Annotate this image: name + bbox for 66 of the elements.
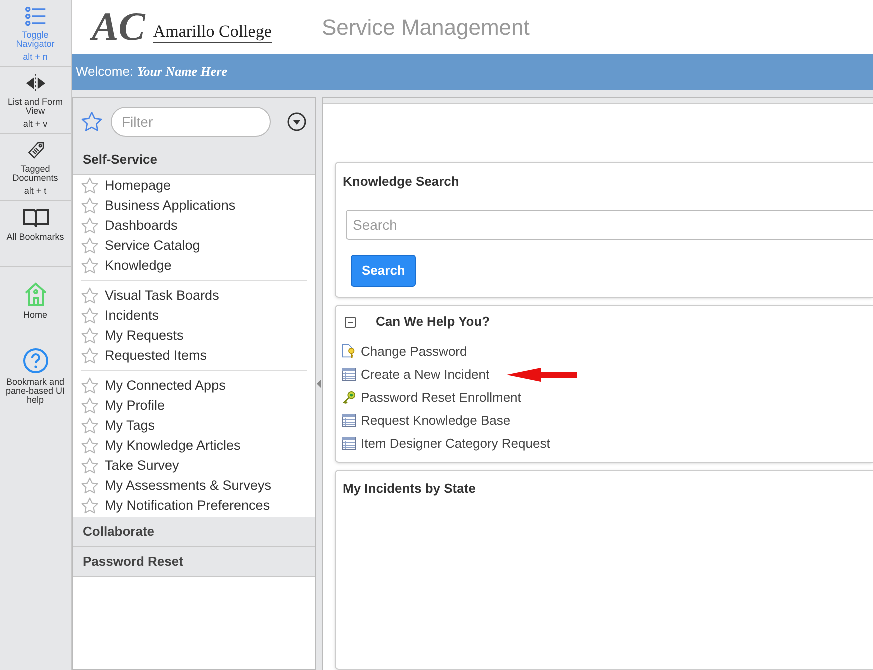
nav-link[interactable]: My Tags [105,416,156,436]
star-icon[interactable] [81,307,99,325]
app-title: Service Management [322,14,530,42]
star-icon[interactable] [81,437,99,455]
rail-button[interactable]: Home [0,275,71,342]
star-icon[interactable] [81,377,99,395]
card-title: Can We Help You? [376,313,490,332]
nav-link[interactable]: My Connected Apps [105,376,226,396]
nav-link[interactable]: Business Applications [105,196,236,216]
table-icon [342,368,356,381]
collapse-icon[interactable] [345,316,356,328]
nav-link[interactable]: Service Catalog [105,236,200,256]
logo-mark: AC [92,5,147,49]
list-icon [22,6,48,27]
table-icon [342,414,356,427]
rail-button[interactable]: List and Form View alt + v [0,67,71,134]
star-icon[interactable] [81,347,99,365]
nav-link[interactable]: Requested Items [105,346,208,366]
home-icon [22,281,48,307]
favorites-star-icon[interactable] [81,110,103,132]
star-icon[interactable] [81,497,99,515]
nav-link[interactable]: My Requests [105,326,184,346]
search-field[interactable]: Search [346,210,873,240]
rail-button[interactable]: Tagged Documents alt + t [0,134,71,201]
help-link[interactable]: Request Knowledge Base [361,410,511,430]
nav-link[interactable]: My Knowledge Articles [105,436,241,456]
star-icon[interactable] [81,217,99,235]
star-icon[interactable] [81,397,99,415]
help-icon [22,348,48,374]
rail-button[interactable]: All Bookmarks [0,201,71,267]
star-icon[interactable] [81,417,99,435]
star-icon[interactable] [81,477,99,495]
key-icon [342,390,356,406]
star-icon[interactable] [81,327,99,345]
nav-link[interactable]: Homepage [105,176,172,196]
nav-link[interactable]: My Notification Preferences [105,496,270,516]
filter-field[interactable]: Filter [111,106,271,136]
nav-link[interactable]: Dashboards [105,216,178,236]
card-title: My Incidents by State [343,480,477,498]
logo-name: Amarillo College [153,22,272,43]
nav-link[interactable]: My Assessments & Surveys [105,476,272,496]
star-icon[interactable] [81,257,99,275]
nav-link[interactable]: Take Survey [105,456,180,476]
nav-link[interactable]: Incidents [105,306,160,326]
star-icon[interactable] [81,287,99,305]
section-header[interactable]: Self-Service [73,145,315,175]
welcome-text: Welcome: Your Name Here [76,63,228,82]
nav-link[interactable]: Knowledge [105,256,172,276]
table-icon [342,437,356,450]
section-header[interactable]: Collaborate [73,517,315,547]
help-link[interactable]: Change Password [361,342,468,362]
help-link[interactable]: Create a New Incident [361,364,490,384]
star-icon[interactable] [81,237,99,255]
dropdown-icon[interactable] [287,112,307,132]
star-icon[interactable] [81,457,99,475]
star-icon[interactable] [81,197,99,215]
nav-link[interactable]: My Profile [105,396,166,416]
nav-link[interactable]: Visual Task Boards [105,286,220,306]
card-title: Knowledge Search [343,173,460,191]
help-link[interactable]: Item Designer Category Request [361,434,550,454]
help-link[interactable]: Password Reset Enrollment [361,388,522,408]
star-icon[interactable] [81,177,99,195]
section-header[interactable]: Password Reset [73,547,315,577]
rail-button[interactable]: Bookmark and pane-based UI help [0,342,71,409]
book-icon [22,207,50,229]
document-key-icon [342,343,356,360]
